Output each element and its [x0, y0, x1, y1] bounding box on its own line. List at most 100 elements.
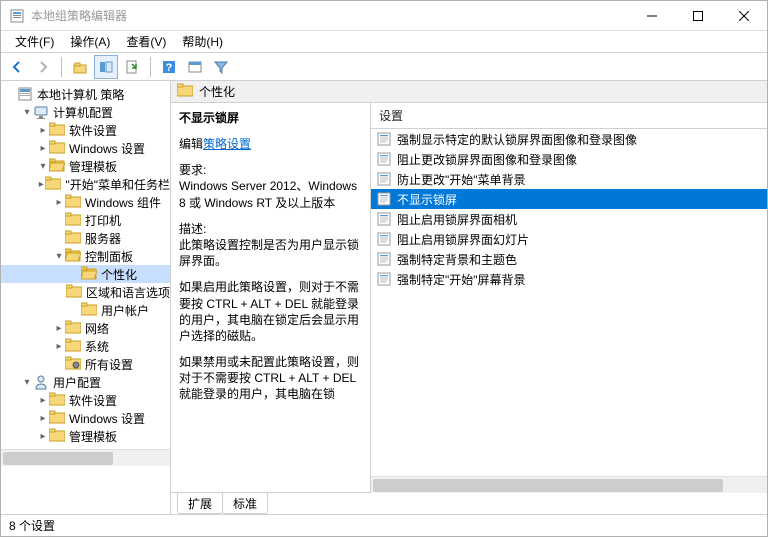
- edit-prefix: 编辑: [179, 137, 203, 151]
- folder-icon: [17, 86, 33, 102]
- back-button[interactable]: [5, 55, 29, 79]
- up-button[interactable]: [68, 55, 92, 79]
- expand-icon[interactable]: ▾: [53, 251, 65, 262]
- tree-label: 软件设置: [69, 392, 117, 409]
- menu-view[interactable]: 查看(V): [118, 31, 174, 52]
- tree-software-2[interactable]: ▸ 软件设置: [1, 391, 170, 409]
- folder-icon: [65, 356, 81, 372]
- tree-region[interactable]: 区域和语言选项: [1, 283, 170, 301]
- tree-label: 本地计算机 策略: [37, 86, 124, 103]
- tree-user-accounts[interactable]: 用户帐户: [1, 301, 170, 319]
- folder-icon: [65, 212, 81, 228]
- list-header[interactable]: 设置: [371, 103, 767, 128]
- tree-windows-settings[interactable]: ▸Windows 设置: [1, 139, 170, 157]
- tree-label: 打印机: [85, 212, 121, 229]
- close-button[interactable]: [721, 1, 767, 31]
- tree-control-panel[interactable]: ▾控制面板: [1, 247, 170, 265]
- tree-admin-templates[interactable]: ▾管理模板: [1, 157, 170, 175]
- tree-admin-templates-2[interactable]: ▸ 管理模板: [1, 427, 170, 445]
- expand-icon[interactable]: ▾: [21, 377, 33, 388]
- folder-icon: [65, 248, 81, 264]
- properties-button[interactable]: [183, 55, 207, 79]
- tree-panel[interactable]: 本地计算机 策略▾计算机配置▸软件设置▸Windows 设置▾管理模板▸"开始"…: [1, 81, 171, 514]
- req-label: 要求:: [179, 163, 206, 177]
- tree-label: Windows 设置: [69, 410, 145, 427]
- tree-label: Windows 组件: [85, 194, 161, 211]
- tree-label: 管理模板: [69, 428, 117, 445]
- detail-pane: 不显示锁屏 编辑策略设置 要求:Windows Server 2012、Wind…: [171, 103, 371, 493]
- show-hide-tree-button[interactable]: [94, 55, 118, 79]
- list-item[interactable]: 不显示锁屏: [371, 189, 767, 209]
- list-item-label: 防止更改"开始"菜单背景: [397, 171, 526, 188]
- tree-root[interactable]: 本地计算机 策略: [1, 85, 170, 103]
- expand-icon[interactable]: ▾: [21, 107, 33, 118]
- tree-label: 所有设置: [85, 356, 133, 373]
- tree-system[interactable]: ▸系统: [1, 337, 170, 355]
- policy-icon: [377, 252, 391, 266]
- expand-icon[interactable]: ▸: [37, 125, 49, 136]
- list-item[interactable]: 阻止启用锁屏界面相机: [371, 209, 767, 229]
- tree-windows-components[interactable]: ▸ Windows 组件: [1, 193, 170, 211]
- policy-icon: [377, 272, 391, 286]
- expand-icon[interactable]: ▸: [53, 323, 65, 334]
- expand-icon[interactable]: ▸: [37, 143, 49, 154]
- expand-icon[interactable]: ▸: [37, 395, 49, 406]
- toolbar-separator: [61, 57, 62, 77]
- maximize-button[interactable]: [675, 1, 721, 31]
- menu-bar: 文件(F) 操作(A) 查看(V) 帮助(H): [1, 31, 767, 53]
- minimize-button[interactable]: [629, 1, 675, 31]
- tree-label: "开始"菜单和任务栏: [65, 176, 170, 193]
- tree-start-menu[interactable]: ▸ "开始"菜单和任务栏: [1, 175, 170, 193]
- menu-file[interactable]: 文件(F): [7, 31, 62, 52]
- tree-user-config[interactable]: ▾用户配置: [1, 373, 170, 391]
- tree-personalization[interactable]: 个性化: [1, 265, 170, 283]
- list-item[interactable]: 阻止启用锁屏界面幻灯片: [371, 229, 767, 249]
- status-bar: 8 个设置: [1, 514, 767, 536]
- tree-printer[interactable]: 打印机: [1, 211, 170, 229]
- expand-icon[interactable]: ▾: [37, 161, 49, 172]
- help-button[interactable]: ?: [157, 55, 181, 79]
- tree-scrollbar[interactable]: [1, 449, 170, 466]
- edit-policy-link[interactable]: 策略设置: [203, 137, 251, 151]
- filter-button[interactable]: [209, 55, 233, 79]
- expand-icon[interactable]: ▸: [37, 179, 45, 190]
- list-item[interactable]: 强制显示特定的默认锁屏界面图像和登录图像: [371, 129, 767, 149]
- list-item-label: 强制特定背景和主题色: [397, 251, 517, 268]
- tree-all-settings[interactable]: 所有设置: [1, 355, 170, 373]
- tree-label: 计算机配置: [53, 104, 113, 121]
- list-item[interactable]: 阻止更改锁屏界面图像和登录图像: [371, 149, 767, 169]
- list-item-label: 强制显示特定的默认锁屏界面图像和登录图像: [397, 131, 637, 148]
- expand-icon[interactable]: ▸: [53, 197, 65, 208]
- forward-button[interactable]: [31, 55, 55, 79]
- expand-icon[interactable]: ▸: [53, 341, 65, 352]
- tab-strip: 扩展 标准: [171, 492, 767, 514]
- folder-icon: [45, 176, 61, 192]
- tree-label: 网络: [85, 320, 109, 337]
- list-item-label: 阻止启用锁屏界面相机: [397, 211, 517, 228]
- tab-extended[interactable]: 扩展: [177, 493, 223, 514]
- menu-action[interactable]: 操作(A): [62, 31, 118, 52]
- detail-p2: 如果启用此策略设置，则对于不需要按 CTRL + ALT + DEL 就能登录的…: [179, 279, 362, 344]
- list-item[interactable]: 强制特定背景和主题色: [371, 249, 767, 269]
- tree-server[interactable]: 服务器: [1, 229, 170, 247]
- list-item[interactable]: 强制特定"开始"屏幕背景: [371, 269, 767, 289]
- folder-icon: [65, 338, 81, 354]
- expand-icon[interactable]: ▸: [37, 431, 49, 442]
- list-scrollbar[interactable]: [371, 476, 767, 493]
- main-panel: 本地计算机 策略▾计算机配置▸软件设置▸Windows 设置▾管理模板▸"开始"…: [1, 81, 767, 514]
- tree-network[interactable]: ▸ 网络: [1, 319, 170, 337]
- expand-icon[interactable]: ▸: [37, 413, 49, 424]
- svg-text:?: ?: [166, 62, 173, 74]
- tree-windows-settings-2[interactable]: ▸ Windows 设置: [1, 409, 170, 427]
- path-header: 个性化: [171, 81, 767, 103]
- folder-icon: [65, 194, 81, 210]
- policy-icon: [377, 172, 391, 186]
- tree-software[interactable]: ▸软件设置: [1, 121, 170, 139]
- toolbar-separator: [150, 57, 151, 77]
- menu-help[interactable]: 帮助(H): [174, 31, 231, 52]
- list-item[interactable]: 防止更改"开始"菜单背景: [371, 169, 767, 189]
- export-button[interactable]: [120, 55, 144, 79]
- tab-standard[interactable]: 标准: [222, 493, 268, 514]
- tree-computer-config[interactable]: ▾ 计算机配置: [1, 103, 170, 121]
- status-text: 8 个设置: [9, 517, 55, 534]
